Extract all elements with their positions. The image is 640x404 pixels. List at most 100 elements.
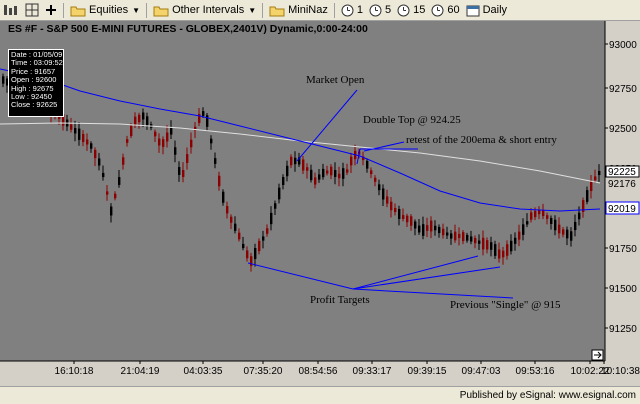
chevron-down-icon: ▼ <box>132 5 141 15</box>
candle-body <box>442 228 445 236</box>
candle-body <box>502 250 505 258</box>
candle-body <box>210 138 213 144</box>
candle-body <box>566 229 569 239</box>
candle-body <box>402 215 405 219</box>
candle-body <box>554 219 557 231</box>
chart-window[interactable]: Market Open Double Top @ 924.25 retest o… <box>0 21 640 384</box>
candle-body <box>318 174 321 180</box>
interval-5-button[interactable]: 5 <box>366 1 394 20</box>
candle-body <box>518 231 521 240</box>
candle-body <box>494 244 497 256</box>
chevron-down-icon: ▼ <box>248 5 257 15</box>
candle-body <box>98 158 101 166</box>
candle-body <box>422 224 425 236</box>
candle-body <box>526 221 529 225</box>
grid-icon <box>25 3 39 17</box>
candle-body <box>386 196 389 204</box>
candle-body <box>378 184 381 191</box>
candle-body <box>310 169 313 181</box>
candle-body <box>390 201 393 211</box>
time-label: 07:35:20 <box>244 366 283 377</box>
scroll-end-button[interactable] <box>591 349 604 361</box>
candle-body <box>242 243 245 249</box>
candle-body <box>346 169 349 173</box>
clock-icon <box>341 4 354 16</box>
candle-body <box>174 147 177 155</box>
candle-body <box>466 234 469 241</box>
candle-body <box>382 188 385 200</box>
candle-body <box>90 143 93 149</box>
time-label: 09:53:16 <box>516 366 555 377</box>
candle-body <box>218 175 221 187</box>
candle-body <box>454 231 457 241</box>
candle-body <box>170 127 173 135</box>
interval-15-button[interactable]: 15 <box>394 1 428 20</box>
separator <box>146 2 148 18</box>
candle-body <box>190 139 193 148</box>
profit-targets-label: Profit Targets <box>310 294 370 306</box>
status-bar: Published by eSignal: www.esignal.com <box>0 386 640 404</box>
candle-body <box>474 237 477 244</box>
toolbar: Equities ▼ Other Intervals ▼ MiniNaz 1 5… <box>0 0 640 21</box>
time-label: 21:04:19 <box>121 366 160 377</box>
folder-icon <box>153 6 169 16</box>
price-label: 91750 <box>609 244 637 255</box>
price-label: 93000 <box>609 40 637 51</box>
candle-body <box>326 170 329 174</box>
add-button[interactable] <box>42 1 60 20</box>
candle-body <box>202 111 205 116</box>
daily-button-label: Daily <box>482 4 508 16</box>
candle-body <box>74 128 77 134</box>
intervals-dropdown[interactable]: Other Intervals ▼ <box>150 1 259 20</box>
candle-body <box>230 216 233 223</box>
candle-body <box>78 128 81 140</box>
plus-icon <box>46 5 56 15</box>
symbol-dropdown[interactable]: Equities ▼ <box>67 1 143 20</box>
candle-body <box>446 232 449 236</box>
candle-body <box>558 224 561 234</box>
candle-body <box>286 165 289 177</box>
candle-body <box>398 208 401 220</box>
candle-body <box>162 139 165 147</box>
candle-body <box>590 180 593 192</box>
intervals-dropdown-label: Other Intervals <box>172 4 245 16</box>
candle-body <box>238 232 241 240</box>
candle-body <box>262 236 265 241</box>
candle-body <box>134 116 137 126</box>
candle-body <box>330 166 333 176</box>
candle-body <box>282 176 285 186</box>
candle-body <box>142 112 145 120</box>
bars-icon <box>4 5 17 15</box>
layout-button[interactable]: MiniNaz <box>266 1 331 20</box>
candle-body <box>130 125 133 137</box>
grid-button[interactable] <box>22 1 42 20</box>
candle-body <box>106 191 109 195</box>
candle-body <box>246 250 249 259</box>
separator <box>262 2 264 18</box>
candle-body <box>146 116 149 126</box>
candle-body <box>290 156 293 166</box>
menu-button[interactable] <box>0 1 22 20</box>
candle-body <box>322 168 325 178</box>
candle-body <box>182 170 185 177</box>
candle-body <box>510 240 513 252</box>
candle-body <box>438 226 441 234</box>
candle-body <box>374 177 377 182</box>
candle-body <box>578 212 581 220</box>
candle-body <box>598 170 601 176</box>
layout-button-label: MiniNaz <box>288 4 328 16</box>
candle-body <box>434 225 437 231</box>
candle-body <box>470 236 473 242</box>
candle-body <box>426 225 429 231</box>
candle-body <box>102 172 105 178</box>
candle-body <box>114 193 117 199</box>
candle-body <box>394 208 397 212</box>
candle-body <box>410 216 413 226</box>
interval-60-button[interactable]: 60 <box>428 1 462 20</box>
interval-5-label: 5 <box>384 4 392 16</box>
candle-body <box>522 224 525 235</box>
price-chart[interactable]: Market Open Double Top @ 924.25 retest o… <box>0 21 640 384</box>
interval-1-button[interactable]: 1 <box>338 1 366 20</box>
daily-button[interactable]: Daily <box>463 1 510 20</box>
cursor-info-box: Date : 01/05/09 Time : 03:09:52 Price : … <box>8 49 64 117</box>
